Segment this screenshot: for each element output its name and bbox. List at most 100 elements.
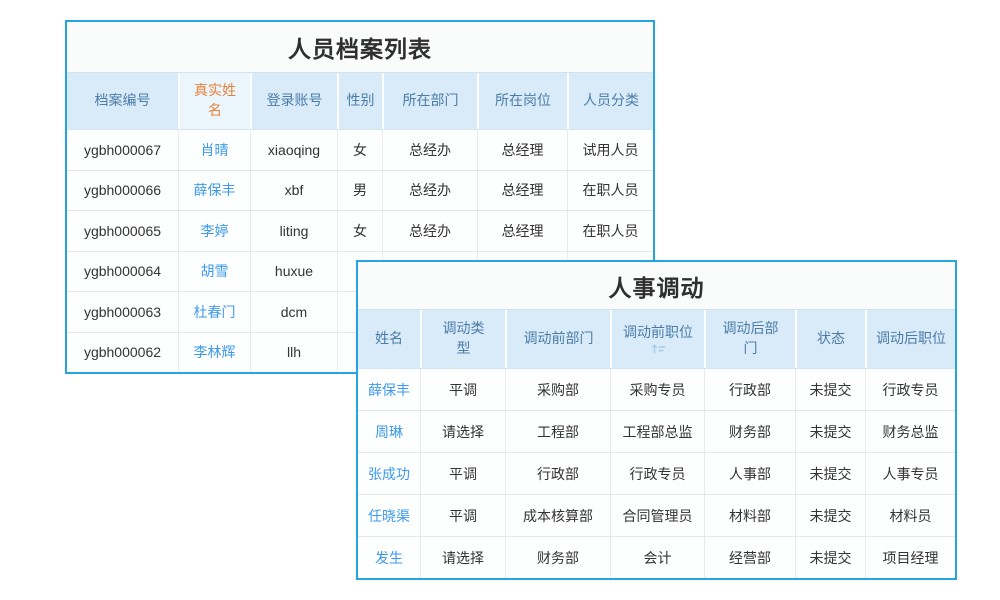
- table-cell: llh: [250, 333, 337, 373]
- col-header-transfer-type[interactable]: 调动类型: [420, 310, 505, 368]
- table-cell: 在职人员: [567, 171, 653, 211]
- personnel-transfer-panel: 人事调动 姓名 调动类型 调动前部门 调动前职位 调动后部门 状态 调动后职位 …: [356, 260, 957, 580]
- person-name-link[interactable]: 发生: [358, 537, 420, 578]
- person-name-link[interactable]: 杜春门: [178, 292, 250, 332]
- table-cell: 男: [337, 171, 382, 211]
- table-cell: huxue: [250, 252, 337, 292]
- col-header-name[interactable]: 姓名: [358, 310, 420, 368]
- table-cell: 人事专员: [865, 453, 955, 494]
- col-header-label: 档案编号: [95, 91, 151, 111]
- sort-icon[interactable]: [651, 343, 666, 355]
- table-cell: xbf: [250, 171, 337, 211]
- table-row: 任晓渠平调成本核算部合同管理员材料部未提交材料员: [358, 494, 955, 536]
- table-cell: 总经理: [477, 130, 567, 170]
- table-cell: liting: [250, 211, 337, 251]
- table-cell: 合同管理员: [610, 495, 704, 536]
- table-cell: 材料员: [865, 495, 955, 536]
- table-cell: ygbh000065: [67, 211, 178, 251]
- table-cell: 未提交: [795, 369, 865, 410]
- table-cell: 会计: [610, 537, 704, 578]
- table-cell: ygbh000064: [67, 252, 178, 292]
- col-header-pre-transfer-dept[interactable]: 调动前部门: [505, 310, 610, 368]
- table-cell: 行政专员: [865, 369, 955, 410]
- table-cell: 未提交: [795, 453, 865, 494]
- col-header-status[interactable]: 状态: [795, 310, 865, 368]
- person-name-link[interactable]: 肖晴: [178, 130, 250, 170]
- transfer-table-body: 薛保丰平调采购部采购专员行政部未提交行政专员周琳请选择工程部工程部总监财务部未提…: [358, 368, 955, 578]
- table-cell: 总经办: [382, 211, 477, 251]
- table-cell: 财务部: [704, 411, 795, 452]
- table-cell: 工程部: [505, 411, 610, 452]
- table-cell: 工程部总监: [610, 411, 704, 452]
- col-header-label: 姓名: [375, 329, 403, 349]
- table-cell: 女: [337, 130, 382, 170]
- table-cell: 经营部: [704, 537, 795, 578]
- col-header-department[interactable]: 所在部门: [382, 73, 477, 129]
- table-cell: xiaoqing: [250, 130, 337, 170]
- table-row: ygbh000066薛保丰xbf男总经办总经理在职人员: [67, 170, 653, 211]
- col-header-label: 性别: [347, 91, 375, 111]
- archive-table-header-row: 档案编号 真实姓名 登录账号 性别 所在部门 所在岗位 人员分类: [67, 73, 653, 129]
- person-name-link[interactable]: 周琳: [358, 411, 420, 452]
- table-cell: 财务总监: [865, 411, 955, 452]
- table-cell: 采购专员: [610, 369, 704, 410]
- table-cell: 财务部: [505, 537, 610, 578]
- person-name-link[interactable]: 任晓渠: [358, 495, 420, 536]
- col-header-login-account[interactable]: 登录账号: [250, 73, 337, 129]
- table-cell: 试用人员: [567, 130, 653, 170]
- transfer-panel-title: 人事调动: [358, 262, 955, 310]
- table-cell: 未提交: [795, 495, 865, 536]
- table-cell: dcm: [250, 292, 337, 332]
- col-header-archive-no[interactable]: 档案编号: [67, 73, 178, 129]
- table-cell: 总经理: [477, 171, 567, 211]
- table-cell: 平调: [420, 453, 505, 494]
- table-cell: 行政部: [505, 453, 610, 494]
- col-header-position[interactable]: 所在岗位: [477, 73, 567, 129]
- person-name-link[interactable]: 李林辉: [178, 333, 250, 373]
- person-name-link[interactable]: 胡雪: [178, 252, 250, 292]
- table-cell: 材料部: [704, 495, 795, 536]
- col-header-label: 所在部门: [403, 91, 459, 111]
- table-cell: ygbh000067: [67, 130, 178, 170]
- table-cell: 平调: [420, 369, 505, 410]
- transfer-table-header-row: 姓名 调动类型 调动前部门 调动前职位 调动后部门 状态 调动后职位: [358, 310, 955, 368]
- person-name-link[interactable]: 张成功: [358, 453, 420, 494]
- col-header-label: 人员分类: [583, 91, 639, 111]
- table-cell: 平调: [420, 495, 505, 536]
- col-header-label: 真实姓名: [191, 81, 239, 120]
- col-header-label: 调动后职位: [876, 329, 946, 349]
- col-header-real-name[interactable]: 真实姓名: [178, 73, 250, 129]
- table-cell: 项目经理: [865, 537, 955, 578]
- archive-panel-title: 人员档案列表: [67, 22, 653, 73]
- person-name-link[interactable]: 薛保丰: [178, 171, 250, 211]
- table-cell: 人事部: [704, 453, 795, 494]
- col-header-pre-transfer-position[interactable]: 调动前职位: [610, 310, 704, 368]
- table-cell: 女: [337, 211, 382, 251]
- col-header-label: 所在岗位: [495, 91, 551, 111]
- col-header-personnel-category[interactable]: 人员分类: [567, 73, 653, 129]
- col-header-label: 调动类型: [436, 319, 491, 358]
- table-row: ygbh000067肖晴xiaoqing女总经办总经理试用人员: [67, 129, 653, 170]
- table-row: 发生请选择财务部会计经营部未提交项目经理: [358, 536, 955, 578]
- table-row: 周琳请选择工程部工程部总监财务部未提交财务总监: [358, 410, 955, 452]
- col-header-post-transfer-dept[interactable]: 调动后部门: [704, 310, 795, 368]
- table-row: 薛保丰平调采购部采购专员行政部未提交行政专员: [358, 368, 955, 410]
- col-header-label: 状态: [817, 329, 845, 349]
- table-cell: 请选择: [420, 537, 505, 578]
- table-cell: ygbh000063: [67, 292, 178, 332]
- col-header-label: 登录账号: [267, 91, 323, 111]
- table-cell: 在职人员: [567, 211, 653, 251]
- col-header-label: 调动前职位: [623, 323, 693, 343]
- table-cell: 采购部: [505, 369, 610, 410]
- col-header-gender[interactable]: 性别: [337, 73, 382, 129]
- table-cell: 未提交: [795, 411, 865, 452]
- table-cell: ygbh000062: [67, 333, 178, 373]
- table-cell: ygbh000066: [67, 171, 178, 211]
- col-header-post-transfer-position[interactable]: 调动后职位: [865, 310, 955, 368]
- person-name-link[interactable]: 薛保丰: [358, 369, 420, 410]
- table-cell: 总经办: [382, 130, 477, 170]
- table-cell: 总经理: [477, 211, 567, 251]
- table-cell: 未提交: [795, 537, 865, 578]
- table-cell: 行政专员: [610, 453, 704, 494]
- person-name-link[interactable]: 李婷: [178, 211, 250, 251]
